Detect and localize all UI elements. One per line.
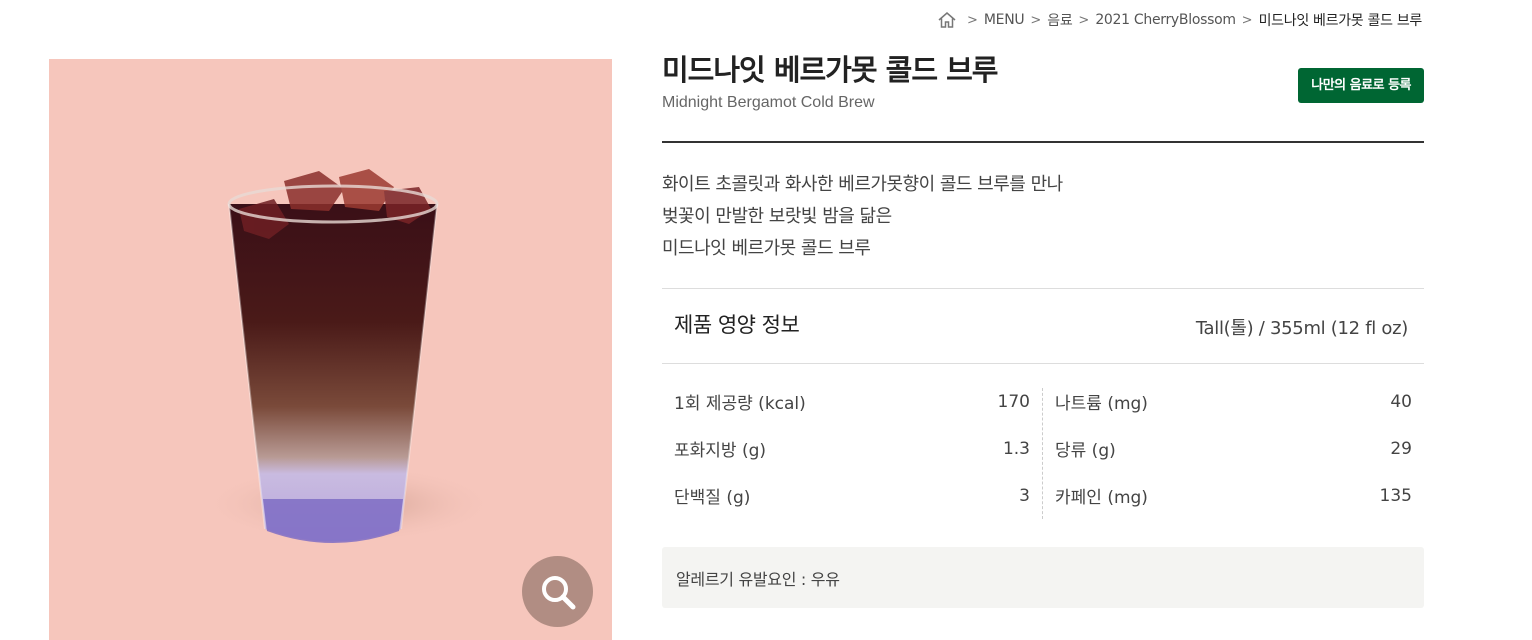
nutrition-label: 포화지방 (g) <box>674 441 767 461</box>
magnifier-icon <box>541 575 575 609</box>
nutrition-value: 135 <box>1379 485 1412 506</box>
breadcrumb: > MENU > 음료 > 2021 CherryBlossom > 미드나잇 … <box>937 10 1422 30</box>
nutrition-row-protein: 단백질 (g) 3 <box>662 472 1042 519</box>
nutrition-row-saturated-fat: 포화지방 (g) 1.3 <box>662 425 1042 472</box>
title-section: 미드나잇 베르가못 콜드 브루 Midnight Bergamot Cold B… <box>662 50 1424 143</box>
chevron-right-icon: > <box>966 12 978 28</box>
nutrition-table: 1회 제공량 (kcal) 170 포화지방 (g) 1.3 단백질 (g) 3… <box>662 364 1424 519</box>
product-description: 화이트 초콜릿과 화사한 베르가못향이 콜드 브루를 만나 벚꽃이 만발한 보랏… <box>662 143 1424 289</box>
nutrition-row-sugar: 당류 (g) 29 <box>1043 425 1424 472</box>
nutrition-value: 1.3 <box>1002 438 1030 459</box>
breadcrumb-current[interactable]: 미드나잇 베르가못 콜드 브루 <box>1259 10 1423 30</box>
home-icon[interactable] <box>937 10 957 30</box>
breadcrumb-drinks-link[interactable]: 음료 <box>1047 10 1072 30</box>
description-line: 화이트 초콜릿과 화사한 베르가못향이 콜드 브루를 만나 <box>662 174 1063 195</box>
nutrition-column-left: 1회 제공량 (kcal) 170 포화지방 (g) 1.3 단백질 (g) 3 <box>662 388 1043 519</box>
nutrition-label: 나트륨 (mg) <box>1055 394 1148 414</box>
drink-illustration <box>199 169 499 544</box>
serving-size: Tall(톨) / 355ml (12 fl oz) <box>1195 318 1408 339</box>
nutrition-value: 29 <box>1390 438 1412 459</box>
nutrition-row-caffeine: 카페인 (mg) 135 <box>1043 472 1424 519</box>
nutrition-label: 당류 (g) <box>1055 441 1116 461</box>
breadcrumb-collection-link[interactable]: 2021 CherryBlossom <box>1095 12 1236 28</box>
zoom-button[interactable] <box>522 556 593 627</box>
breadcrumb-menu-link[interactable]: MENU <box>984 12 1025 28</box>
nutrition-label: 1회 제공량 (kcal) <box>674 394 806 414</box>
nutrition-value: 170 <box>997 391 1030 412</box>
allergy-text: 알레르기 유발요인 : 우유 <box>676 569 840 589</box>
nutrition-value: 3 <box>1019 485 1030 506</box>
nutrition-label: 카페인 (mg) <box>1055 488 1148 508</box>
product-details: 미드나잇 베르가못 콜드 브루 Midnight Bergamot Cold B… <box>662 50 1424 608</box>
nutrition-title: 제품 영양 정보 <box>674 313 800 337</box>
description-line: 벚꽃이 만발한 보랏빛 밤을 닮은 <box>662 206 892 227</box>
nutrition-column-right: 나트륨 (mg) 40 당류 (g) 29 카페인 (mg) 135 <box>1043 388 1424 519</box>
allergy-info: 알레르기 유발요인 : 우유 <box>662 547 1424 608</box>
nutrition-row-kcal: 1회 제공량 (kcal) 170 <box>662 378 1042 425</box>
nutrition-row-sodium: 나트륨 (mg) 40 <box>1043 378 1424 425</box>
description-line: 미드나잇 베르가못 콜드 브루 <box>662 238 871 259</box>
chevron-right-icon: > <box>1030 12 1042 28</box>
chevron-right-icon: > <box>1078 12 1090 28</box>
chevron-right-icon: > <box>1241 12 1253 28</box>
register-my-drink-button[interactable]: 나만의 음료로 등록 <box>1298 68 1424 103</box>
nutrition-value: 40 <box>1390 391 1412 412</box>
nutrition-header: 제품 영양 정보 Tall(톨) / 355ml (12 fl oz) <box>662 289 1424 364</box>
product-image <box>49 59 612 640</box>
nutrition-label: 단백질 (g) <box>674 488 751 508</box>
